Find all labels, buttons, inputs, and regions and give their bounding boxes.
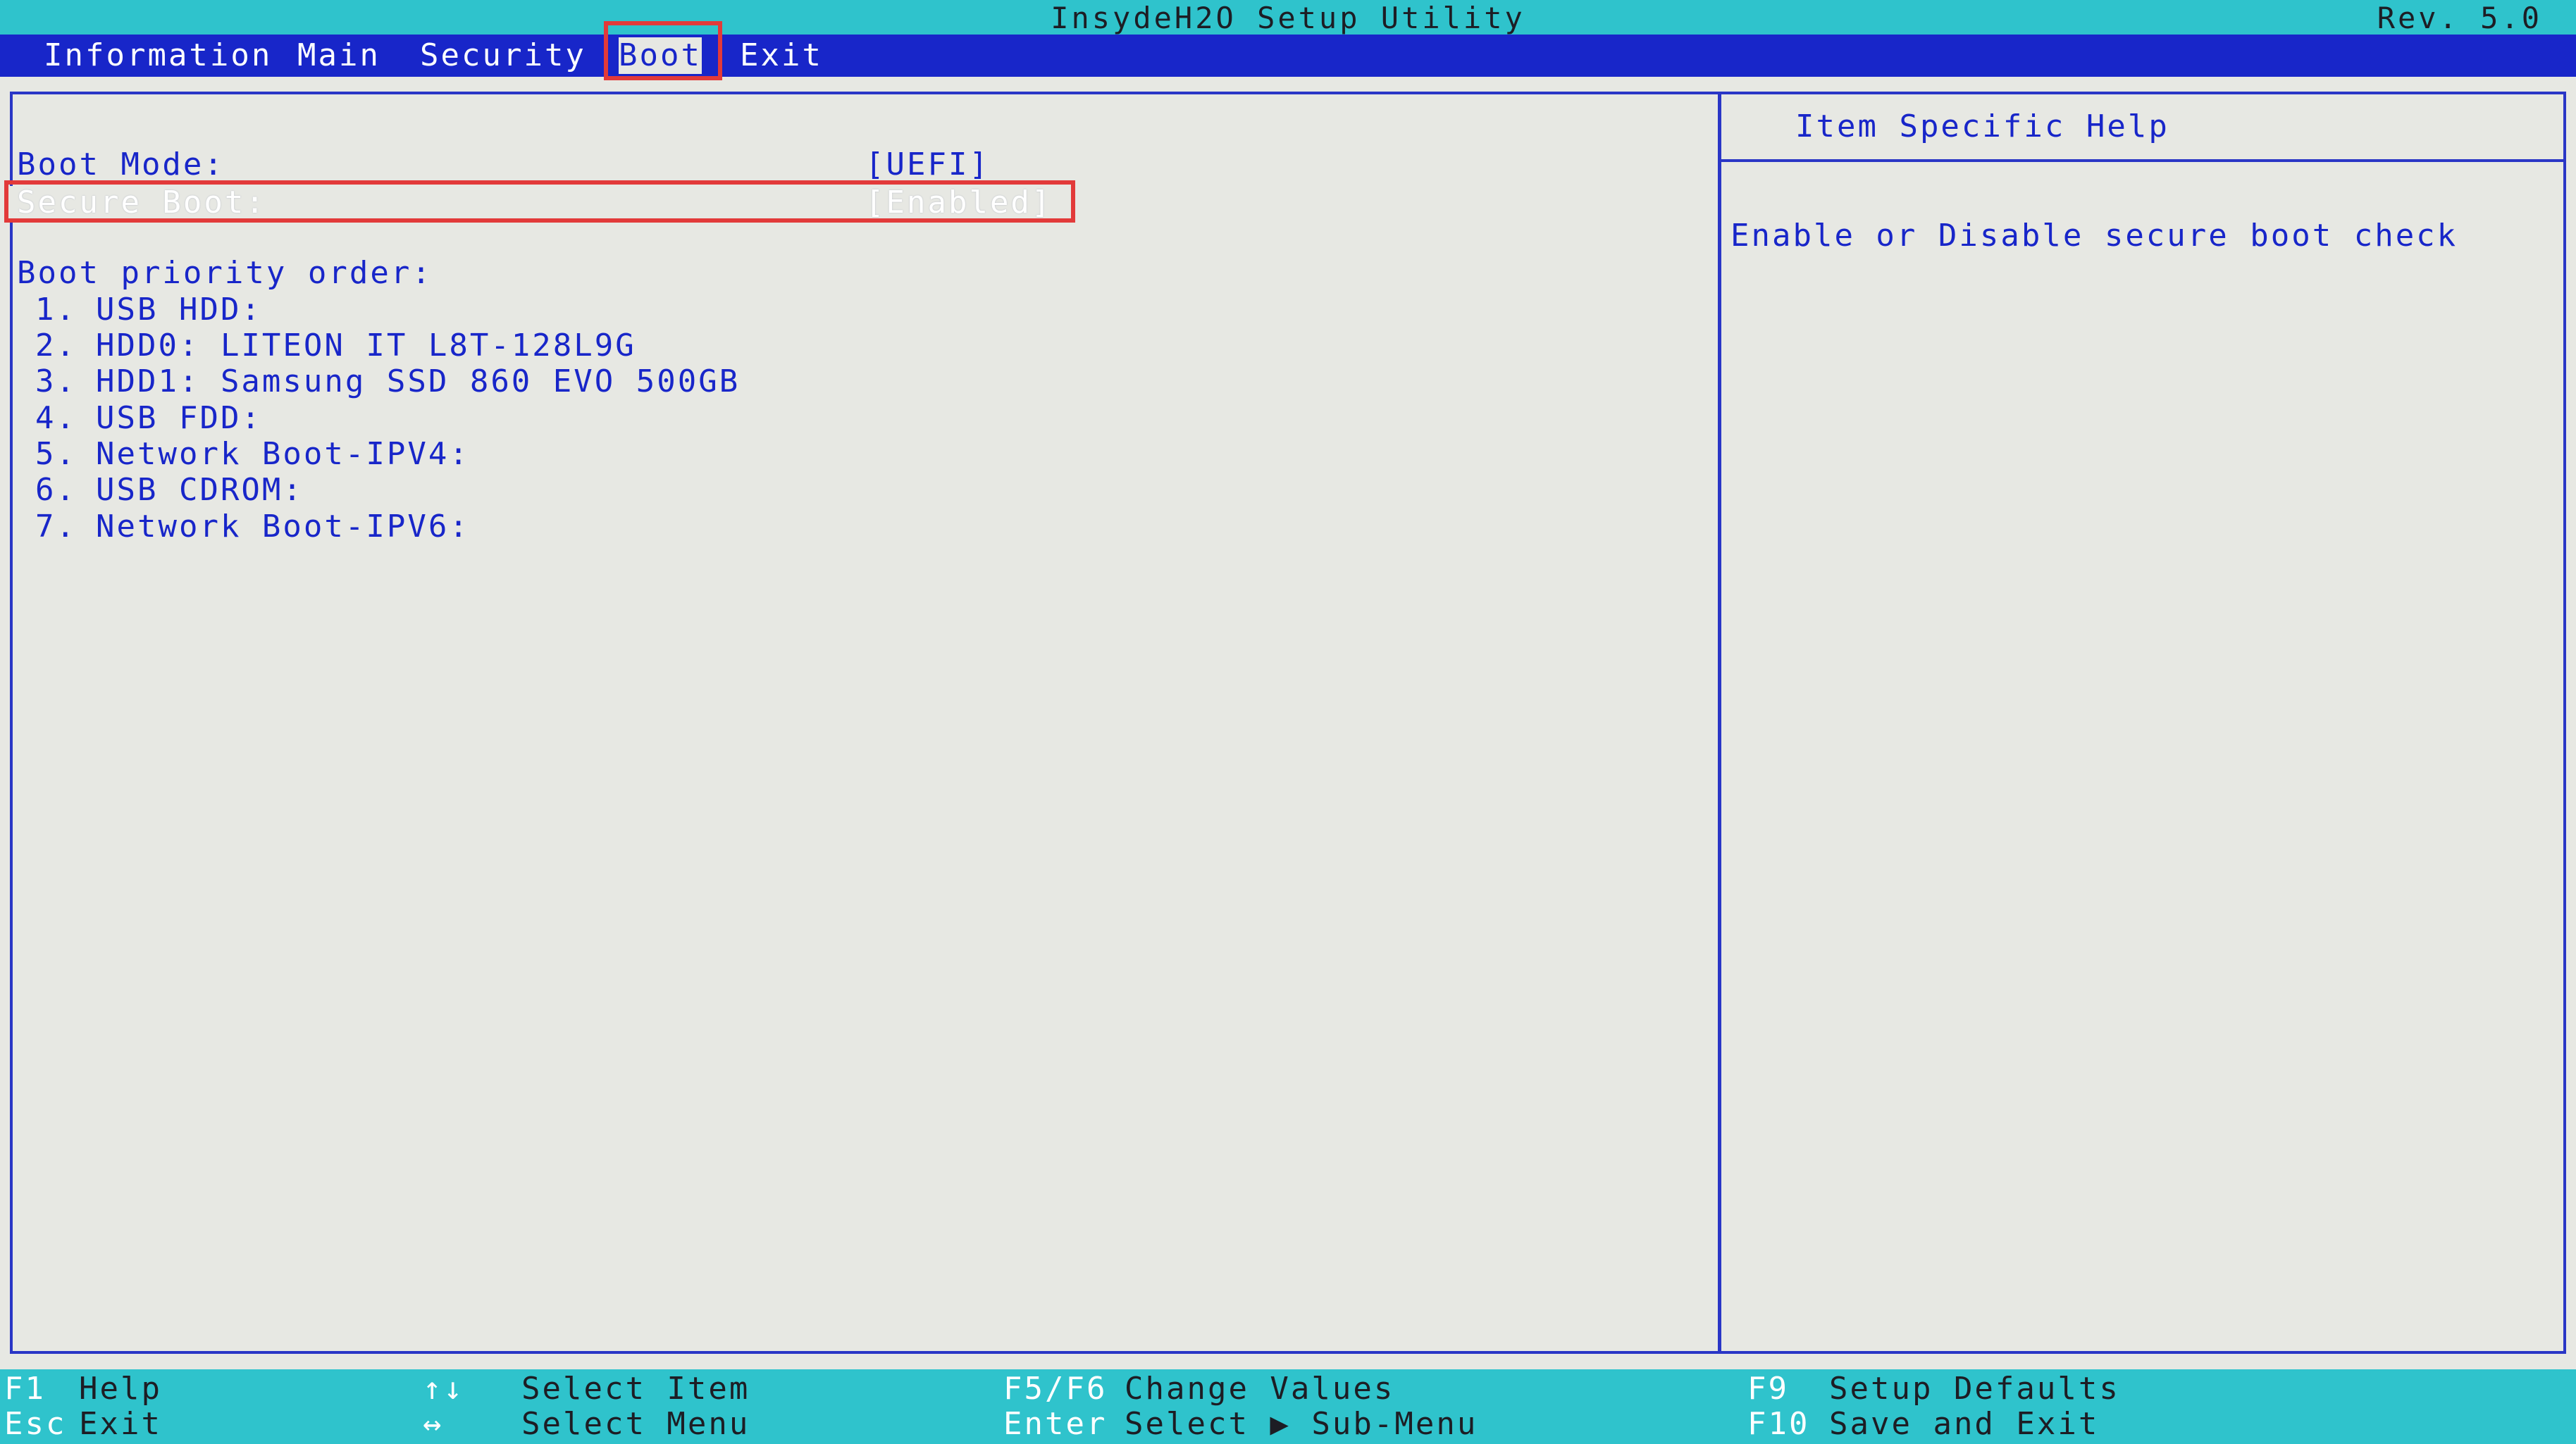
boot-order-item[interactable]: 7. Network Boot-IPV6: xyxy=(35,509,470,545)
secure-boot-label: Secure Boot: xyxy=(17,185,266,220)
boot-order-number: 6. xyxy=(35,472,77,508)
tab-security[interactable]: Security xyxy=(420,37,586,74)
tab-information[interactable]: Information xyxy=(44,37,272,74)
enter-key: Enter xyxy=(1003,1406,1108,1442)
help-panel-text: Enable or Disable secure boot check xyxy=(1730,218,2458,254)
f5-f6-key: F5/F6 xyxy=(1003,1371,1108,1407)
boot-order-device: USB HDD: xyxy=(96,292,262,328)
boot-order-number: 1. xyxy=(35,292,77,328)
change-values-label: Change Values xyxy=(1125,1371,1395,1407)
tab-main[interactable]: Main xyxy=(297,37,380,74)
title-bar: InsydeH2O Setup Utility Rev. 5.0 xyxy=(0,0,2576,35)
tab-exit[interactable]: Exit xyxy=(740,37,823,74)
boot-order-item[interactable]: 3. HDD1: Samsung SSD 860 EVO 500GB xyxy=(35,363,740,400)
help-panel-title: Item Specific Help xyxy=(1795,108,2169,144)
boot-order-number: 5. xyxy=(35,436,77,472)
boot-order-device: Network Boot-IPV6: xyxy=(96,509,470,544)
left-right-arrows-icon: ↔ xyxy=(423,1406,444,1442)
setup-defaults-label: Setup Defaults xyxy=(1829,1371,2120,1407)
key-legend-bar: F1 Help Esc Exit ↑↓ Select Item ↔ Select… xyxy=(0,1369,2576,1444)
boot-order-device: USB CDROM: xyxy=(96,472,304,508)
boot-order-number: 3. xyxy=(35,363,77,399)
boot-priority-heading: Boot priority order: xyxy=(17,255,433,291)
boot-order-item[interactable]: 5. Network Boot-IPV4: xyxy=(35,436,470,473)
boot-mode-label: Boot Mode: xyxy=(17,147,225,182)
boot-order-device: Network Boot-IPV4: xyxy=(96,436,470,472)
help-separator xyxy=(1721,159,2563,162)
menu-bar: Information Main Security Boot Exit xyxy=(0,35,2576,77)
select-item-label: Select Item xyxy=(521,1371,750,1407)
secure-boot-row[interactable]: Secure Boot: [Enabled] xyxy=(10,185,1072,221)
boot-order-number: 4. xyxy=(35,400,77,436)
boot-order-device: HDD1: Samsung SSD 860 EVO 500GB xyxy=(96,363,741,399)
boot-order-item[interactable]: 6. USB CDROM: xyxy=(35,472,304,509)
app-title: InsydeH2O Setup Utility xyxy=(1051,1,1525,35)
boot-order-item[interactable]: 4. USB FDD: xyxy=(35,400,262,437)
secure-boot-value[interactable]: [Enabled] xyxy=(865,185,1052,221)
revision-label: Rev. 5.0 xyxy=(2377,1,2542,35)
f10-key: F10 xyxy=(1747,1406,1810,1442)
f9-key: F9 xyxy=(1747,1371,1789,1407)
up-down-arrows-icon: ↑↓ xyxy=(423,1371,464,1407)
tab-boot[interactable]: Boot xyxy=(619,37,702,74)
f1-help-label: Help xyxy=(79,1371,162,1407)
boot-order-number: 7. xyxy=(35,509,77,544)
boot-order-device: HDD0: LITEON IT L8T-128L9G xyxy=(96,328,636,363)
save-and-exit-label: Save and Exit xyxy=(1829,1406,2100,1442)
esc-exit-label: Exit xyxy=(79,1406,162,1442)
select-submenu-label: Select ▶ Sub-Menu xyxy=(1125,1406,1478,1442)
select-menu-label: Select Menu xyxy=(521,1406,750,1442)
f1-key: F1 xyxy=(4,1371,46,1407)
boot-order-number: 2. xyxy=(35,328,77,363)
boot-mode-value[interactable]: [UEFI] xyxy=(865,147,990,183)
esc-key: Esc xyxy=(4,1406,67,1442)
boot-order-device: USB FDD: xyxy=(96,400,262,436)
panel-divider xyxy=(1718,92,1721,1354)
boot-order-item[interactable]: 2. HDD0: LITEON IT L8T-128L9G xyxy=(35,328,636,364)
boot-order-item[interactable]: 1. USB HDD: xyxy=(35,292,262,328)
